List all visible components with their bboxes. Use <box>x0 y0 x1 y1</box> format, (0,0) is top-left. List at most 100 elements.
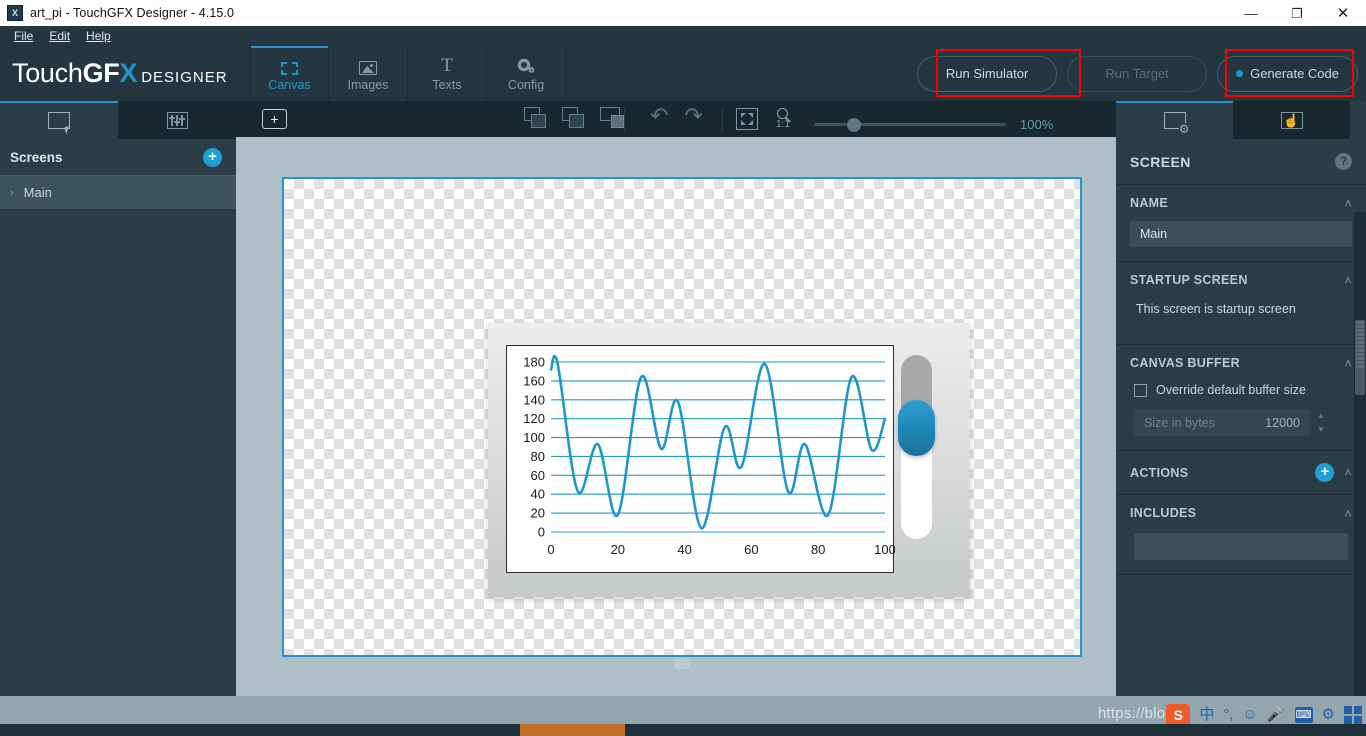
send-to-back-icon[interactable] <box>562 107 586 129</box>
screen-canvas[interactable]: 0 20 40 60 80 100 120 140 160 180 0 20 40 60 80 100 <box>282 177 1082 669</box>
ime-emoji-icon[interactable]: ☺ <box>1243 707 1258 723</box>
canvas-area[interactable]: 0 20 40 60 80 100 120 140 160 180 0 20 40 60 80 100 <box>236 137 1116 696</box>
ime-keyboard-icon[interactable]: ⌨ <box>1294 707 1313 723</box>
touchgfx-logo: TouchGFX DESIGNER <box>12 58 228 89</box>
menu-file[interactable]: File <box>6 28 41 44</box>
buffer-size-placeholder: Size in bytes <box>1144 415 1215 430</box>
dashed-rectangle-icon <box>281 55 298 75</box>
chevron-up-icon-includes[interactable]: ˄ <box>1344 506 1352 521</box>
group-selection-icon[interactable] <box>600 107 624 129</box>
run-simulator-button[interactable]: Run Simulator <box>917 55 1058 92</box>
screen-name-field[interactable]: Main <box>1130 221 1352 247</box>
tab-texts-label: Texts <box>432 78 462 92</box>
svg-text:40: 40 <box>531 487 545 502</box>
svg-text:80: 80 <box>811 542 825 557</box>
ime-language-icon[interactable]: 中 <box>1199 707 1214 723</box>
help-icon[interactable]: ? <box>1335 153 1352 170</box>
spin-down-icon[interactable]: ▼ <box>1317 425 1325 434</box>
includes-field[interactable] <box>1134 533 1348 560</box>
startup-screen-section: STARTUP SCREEN ˄ This screen is startup … <box>1116 262 1366 345</box>
dynamic-graph-widget[interactable]: 0 20 40 60 80 100 120 140 160 180 0 20 40 60 80 100 <box>506 345 895 573</box>
zoom-1-1-icon[interactable]: 1:1 <box>776 108 790 130</box>
line-chart: 0 20 40 60 80 100 120 140 160 180 0 20 40 60 80 100 <box>523 355 895 558</box>
menu-help-label: Help <box>86 29 111 43</box>
close-button[interactable]: ✕ <box>1320 0 1366 26</box>
tab-config[interactable]: Config <box>487 46 566 101</box>
canvas-toolbar: + ↶ ↷ 1:1 100% <box>236 101 1116 137</box>
actions-section-header: ACTIONS + ˄ <box>1116 451 1366 495</box>
screen-list-item-main[interactable]: › Main <box>0 175 236 210</box>
watermark-text: https://blo <box>1098 705 1166 722</box>
taskbar-active-item[interactable] <box>520 724 625 736</box>
right-tab-properties[interactable] <box>1116 101 1233 139</box>
arrange-group <box>524 107 624 129</box>
minimize-button[interactable]: — <box>1228 0 1274 26</box>
slider-knob[interactable] <box>898 400 935 456</box>
fit-to-screen-icon[interactable] <box>736 108 758 130</box>
redo-icon[interactable]: ↷ <box>684 105 702 127</box>
ime-punctuation-icon[interactable]: °, <box>1223 707 1233 723</box>
right-panel-scrollbar[interactable] <box>1354 212 1366 736</box>
override-buffer-checkbox[interactable] <box>1134 383 1147 397</box>
menu-edit-label: Edit <box>49 29 71 43</box>
tab-texts[interactable]: T Texts <box>408 46 487 101</box>
vertical-slider[interactable] <box>898 355 935 539</box>
device-widget-container[interactable]: 0 20 40 60 80 100 120 140 160 180 0 20 40 60 80 100 <box>488 323 970 597</box>
menu-help[interactable]: Help <box>78 28 119 44</box>
spin-up-icon[interactable]: ▲ <box>1317 411 1325 420</box>
buffer-size-field[interactable]: Size in bytes 12000 <box>1134 409 1310 436</box>
chevron-up-icon-buffer[interactable]: ˄ <box>1344 356 1352 371</box>
screen-select-icon <box>48 111 74 134</box>
add-screen-button[interactable]: + <box>203 147 222 167</box>
zoom-group: 1:1 <box>736 108 790 130</box>
canvas-resize-handle[interactable] <box>674 658 690 669</box>
gear-icon <box>516 55 536 75</box>
tab-images[interactable]: Images <box>329 46 408 101</box>
startup-screen-text: This screen is startup screen <box>1136 302 1296 316</box>
svg-text:140: 140 <box>523 392 545 407</box>
override-buffer-row[interactable]: Override default buffer size <box>1130 381 1352 409</box>
menu-edit[interactable]: Edit <box>41 28 78 44</box>
buffer-size-stepper[interactable]: Size in bytes 12000 ▲ ▼ <box>1134 409 1352 436</box>
svg-text:100: 100 <box>523 430 545 445</box>
screen-section-header: SCREEN ? <box>1116 139 1366 185</box>
taskbar <box>0 724 1366 736</box>
buffer-size-spin-arrows[interactable]: ▲ ▼ <box>1310 409 1332 436</box>
sogou-logo-icon[interactable]: S <box>1166 704 1191 726</box>
ime-apps-icon[interactable] <box>1344 706 1362 724</box>
window-title: art_pi - TouchGFX Designer - 4.15.0 <box>30 6 235 20</box>
name-section-title: NAME <box>1130 196 1169 210</box>
ime-microphone-icon[interactable]: 🎤 <box>1267 707 1286 723</box>
logo-touch: Touch <box>12 58 83 88</box>
left-tab-widgets[interactable] <box>118 101 236 139</box>
undo-icon[interactable]: ↶ <box>650 105 668 127</box>
svg-text:20: 20 <box>531 506 545 521</box>
zoom-slider-track[interactable] <box>814 117 1006 132</box>
left-panel: Screens + › Main <box>0 101 236 696</box>
svg-text:60: 60 <box>531 468 545 483</box>
chevron-up-icon-name[interactable]: ˄ <box>1344 196 1352 211</box>
app-icon: X <box>7 5 23 21</box>
svg-text:40: 40 <box>677 542 691 557</box>
ime-toolbox-icon[interactable]: ⚙ <box>1322 707 1335 723</box>
add-action-button[interactable]: + <box>1315 463 1335 482</box>
zoom-slider[interactable]: 100% <box>814 117 1053 132</box>
bring-to-front-icon[interactable] <box>524 107 548 129</box>
add-widget-button[interactable]: + <box>262 109 287 129</box>
screen-properties-icon <box>1163 111 1190 135</box>
menu-bar: File Edit Help <box>0 26 1366 46</box>
left-tab-screens[interactable] <box>0 101 118 139</box>
restore-button[interactable]: ❐ <box>1274 0 1320 26</box>
canvas-buffer-title: CANVAS BUFFER <box>1130 356 1240 370</box>
toolbar-divider-2 <box>722 107 723 131</box>
generate-code-button[interactable]: Generate Code <box>1217 55 1358 92</box>
right-tab-interactions[interactable] <box>1233 101 1350 139</box>
chevron-up-icon-startup[interactable]: ˄ <box>1344 273 1352 288</box>
fit-arrows-glyph <box>741 113 753 125</box>
chevron-right-icon[interactable]: › <box>10 187 14 199</box>
header-actions: Run Simulator Run Target Generate Code <box>917 46 1358 101</box>
tab-canvas[interactable]: Canvas <box>250 46 329 101</box>
right-panel-scrollbar-thumb[interactable] <box>1355 320 1365 395</box>
zoom-slider-knob[interactable] <box>847 117 862 132</box>
chevron-up-icon-actions[interactable]: ˄ <box>1344 465 1352 480</box>
